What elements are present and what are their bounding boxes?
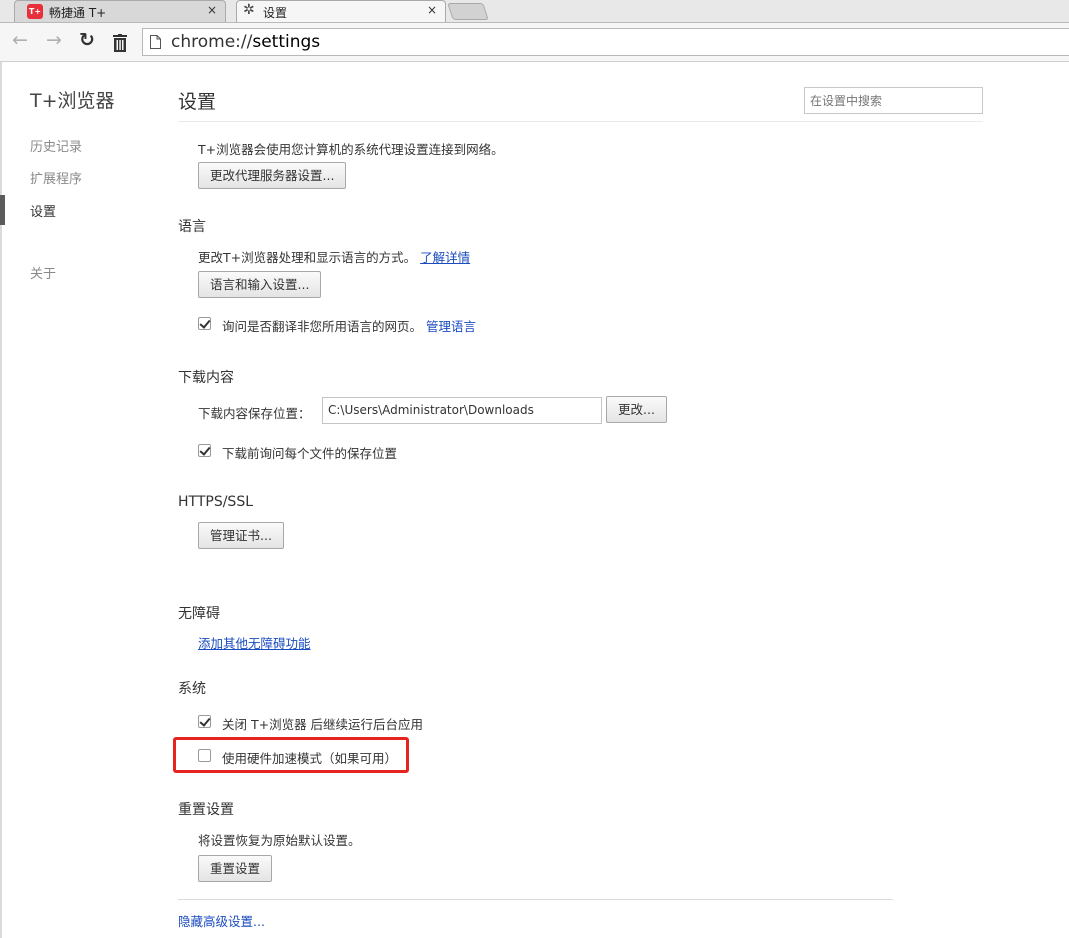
tab-changjietong[interactable]: T+ 畅捷通 T+ ×: [14, 0, 226, 22]
download-location-field[interactable]: C:\Users\Administrator\Downloads: [322, 397, 602, 424]
address-bar[interactable]: chrome://settings: [142, 28, 1069, 56]
translate-row: 询问是否翻译非您所用语言的网页。 管理语言: [222, 316, 476, 335]
reload-icon[interactable]: ↻: [79, 29, 95, 51]
reset-settings-button[interactable]: 重置设置: [198, 855, 273, 882]
header-divider: [178, 121, 983, 122]
sidebar-item-extensions[interactable]: 扩展程序: [30, 168, 82, 187]
accessibility-section-title: 无障碍: [178, 606, 220, 622]
highlight-annotation: [173, 737, 409, 773]
downloads-section-title: 下载内容: [178, 370, 234, 386]
forward-arrow-icon[interactable]: →: [46, 29, 62, 51]
network-description: T+浏览器会使用您计算机的系统代理设置连接到网络。: [198, 142, 504, 157]
window-edge: [0, 62, 2, 938]
manage-certificates-button[interactable]: 管理证书...: [198, 522, 284, 549]
settings-search-input[interactable]: [804, 87, 983, 114]
footer-divider: [178, 899, 893, 900]
language-section-title: 语言: [178, 219, 206, 235]
translate-checkbox[interactable]: [198, 317, 211, 330]
new-tab-button[interactable]: [447, 3, 489, 20]
translate-label: 询问是否翻译非您所用语言的网页。: [222, 319, 423, 334]
https-section-title: HTTPS/SSL: [178, 494, 254, 510]
learn-more-link[interactable]: 了解详情: [420, 250, 470, 265]
sidebar-brand: T+浏览器: [30, 90, 115, 112]
address-scheme: chrome://: [171, 32, 253, 52]
background-apps-checkbox[interactable]: [198, 715, 211, 728]
reset-section-title: 重置设置: [178, 802, 234, 818]
add-accessibility-link[interactable]: 添加其他无障碍功能: [198, 633, 311, 652]
gear-icon: ✲: [243, 2, 255, 18]
tab-title: 畅捷通 T+: [49, 6, 107, 20]
change-location-button[interactable]: 更改...: [606, 396, 667, 423]
hide-advanced-link[interactable]: 隐藏高级设置...: [178, 911, 265, 930]
manage-languages-link[interactable]: 管理语言: [426, 319, 476, 334]
page-title: 设置: [178, 91, 217, 113]
tab-settings[interactable]: ✲ 设置 ×: [236, 0, 446, 22]
language-description: 更改T+浏览器处理和显示语言的方式。: [198, 250, 417, 265]
proxy-settings-button[interactable]: 更改代理服务器设置...: [198, 162, 347, 189]
language-settings-button[interactable]: 语言和输入设置...: [198, 271, 322, 298]
address-text: chrome://settings: [171, 32, 320, 52]
toolbar: ← → ↻ chrome://settings: [0, 23, 1069, 62]
close-icon[interactable]: ×: [207, 3, 217, 17]
back-arrow-icon[interactable]: ←: [12, 29, 28, 51]
background-apps-label: 关闭 T+浏览器 后继续运行后台应用: [222, 717, 424, 732]
sidebar-active-marker: [0, 195, 5, 225]
tab-strip: T+ 畅捷通 T+ × ✲ 设置 ×: [0, 0, 1069, 23]
close-icon[interactable]: ×: [427, 3, 437, 17]
download-location-label: 下载内容保存位置：: [198, 406, 311, 421]
ask-location-checkbox[interactable]: [198, 444, 211, 457]
ask-location-label: 下载前询问每个文件的保存位置: [222, 446, 398, 461]
trash-icon[interactable]: [112, 34, 128, 52]
language-description-row: 更改T+浏览器处理和显示语言的方式。 了解详情: [198, 247, 470, 266]
system-section-title: 系统: [178, 681, 206, 697]
page-icon: [150, 35, 161, 49]
address-host: settings: [252, 32, 321, 52]
sidebar-item-about[interactable]: 关于: [30, 263, 56, 282]
sidebar-item-settings[interactable]: 设置: [30, 201, 56, 220]
tab-title: 设置: [263, 6, 288, 20]
reset-description: 将设置恢复为原始默认设置。: [198, 833, 361, 848]
tplus-logo-icon: T+: [27, 4, 43, 19]
sidebar-item-history[interactable]: 历史记录: [30, 136, 82, 155]
